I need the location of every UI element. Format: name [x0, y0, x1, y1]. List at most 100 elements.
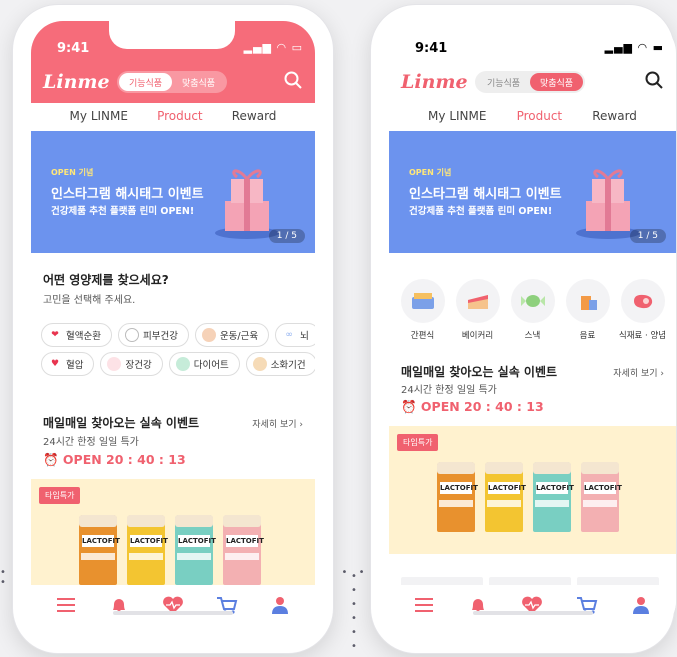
event-more-link[interactable]: 자세히 보기 ›	[613, 366, 664, 379]
home-indicator	[472, 611, 593, 615]
chip-diet[interactable]: 다이어트	[168, 352, 240, 376]
tab-my-linme[interactable]: My LINME	[428, 103, 486, 131]
tab-reward[interactable]: Reward	[592, 103, 637, 131]
category-drink[interactable]: 음료	[564, 279, 612, 341]
tab-product[interactable]: Product	[157, 103, 203, 131]
chip-skin-health[interactable]: 피부건강	[117, 323, 189, 347]
promo-banner[interactable]: OPEN 기념 인스타그램 해시태그 이벤트 건강제품 추천 플랫폼 린미 OP…	[389, 131, 676, 253]
stomach-icon	[252, 357, 267, 371]
menu-icon[interactable]	[54, 593, 78, 617]
seg-custom-food[interactable]: 맞춤식품	[530, 73, 583, 91]
event-more-link[interactable]: 자세히 보기 ›	[252, 417, 303, 430]
seg-health-food[interactable]: 기능식품	[477, 73, 530, 91]
product-can-3: LACTOFIT	[533, 462, 574, 532]
home-indicator	[113, 611, 233, 615]
bottom-nav	[389, 585, 676, 633]
promo-banner[interactable]: OPEN 기념 인스타그램 해시태그 이벤트 건강제품 추천 플랫폼 린미 OP…	[31, 131, 315, 253]
linme-logo[interactable]: Linme	[43, 71, 110, 93]
product-can-3: LACTOFIT	[175, 515, 216, 585]
event-timer: ⏰ OPEN 20 : 40 : 13	[43, 452, 186, 467]
scale-icon	[175, 357, 190, 371]
status-icons: ▂▄▆ ◠ ▭	[243, 41, 303, 54]
event-subtitle: 24시간 한정 일일 특가	[401, 385, 497, 396]
status-time: 9:41	[415, 41, 448, 56]
nutrient-subtitle: 고민을 선택해 주세요.	[43, 295, 136, 306]
product-can-4: LACTOFIT	[581, 462, 622, 532]
time-deal-tag: 타임특가	[39, 487, 81, 504]
seg-health-food[interactable]: 기능식품	[119, 73, 172, 91]
product-can-2: LACTOFIT	[485, 462, 526, 532]
phone-mockup-left: 9:41 ▂▄▆ ◠ ▭ Linme 기능식품 맞춤식품 My LINME Pr…	[12, 4, 334, 654]
time-deal-card[interactable]: 타임특가 LACTOFIT LACTOFIT LACTOFIT LACTOFIT	[389, 426, 676, 554]
tab-bar: My LINME Product Reward	[389, 103, 676, 131]
notch	[109, 21, 235, 49]
status-time: 9:41	[57, 41, 90, 56]
banner-title: 인스타그램 해시태그 이벤트	[409, 187, 562, 202]
chip-blood-circulation[interactable]: ❤ 혈액순환	[41, 323, 112, 347]
candy-icon	[510, 279, 555, 323]
banner-subtitle: 건강제품 추천 플랫폼 린미 OPEN!	[409, 206, 553, 217]
cake-icon	[455, 279, 500, 323]
screen-right: 9:41 ▂▄▆ ◠ ▬ Linme 기능식품 맞춤식품 My LINME Pr…	[389, 21, 676, 633]
muscle-icon	[201, 328, 216, 342]
banner-kicker: OPEN 기념	[51, 168, 94, 177]
banner-pager: 1 / 5	[629, 229, 666, 243]
product-can-2: LACTOFIT	[127, 515, 168, 585]
screen-left: 9:41 ▂▄▆ ◠ ▭ Linme 기능식품 맞춤식품 My LINME Pr…	[31, 21, 315, 633]
linme-logo[interactable]: Linme	[401, 71, 468, 93]
event-timer: ⏰ OPEN 20 : 40 : 13	[401, 399, 544, 414]
segment-toggle: 기능식품 맞춤식품	[117, 71, 227, 93]
search-icon[interactable]	[283, 70, 303, 90]
status-icons: ▂▄▆ ◠ ▬	[604, 41, 664, 54]
banner-pager: 1 / 5	[268, 229, 305, 243]
menu-icon[interactable]	[412, 593, 436, 617]
heartbeat-icon: ♥	[50, 359, 60, 369]
segment-toggle: 기능식품 맞춤식품	[475, 71, 585, 93]
time-deal-tag: 타임특가	[397, 434, 439, 451]
chip-blood-pressure[interactable]: ♥ 혈압	[41, 352, 95, 376]
nutrient-title: 어떤 영양제를 찾으세요?	[43, 273, 169, 287]
tab-my-linme[interactable]: My LINME	[70, 103, 128, 131]
product-can-1: LACTOFIT	[79, 515, 120, 585]
user-icon[interactable]	[268, 593, 292, 617]
event-title: 매일매일 찾아오는 실속 이벤트	[43, 416, 200, 430]
event-subtitle: 24시간 한정 일일 특가	[43, 437, 139, 448]
search-icon[interactable]	[644, 70, 664, 90]
event-title: 매일매일 찾아오는 실속 이벤트	[401, 365, 558, 379]
concern-chips-row-1: ❤ 혈액순환 피부건강 운동/근육 ∞ 뇌	[41, 323, 315, 347]
drink-icon	[565, 279, 610, 323]
category-ingredients[interactable]: 식재료 · 양념	[619, 279, 667, 341]
tab-product[interactable]: Product	[517, 103, 563, 131]
banner-title: 인스타그램 해시태그 이벤트	[51, 187, 204, 202]
lunchbox-icon	[400, 279, 445, 323]
decor-dots-vertical: • • • • • •	[351, 571, 361, 652]
notch	[469, 21, 595, 49]
concern-chips-row-2: ♥ 혈압 장건강 다이어트 소화기건	[41, 352, 315, 376]
phone-mockup-right: 9:41 ▂▄▆ ◠ ▬ Linme 기능식품 맞춤식품 My LINME Pr…	[370, 4, 676, 654]
chip-brain[interactable]: ∞ 뇌	[275, 323, 315, 347]
category-convenience[interactable]: 간편식	[399, 279, 447, 341]
seg-custom-food[interactable]: 맞춤식품	[172, 73, 225, 91]
gut-icon	[107, 357, 122, 371]
app-bar: Linme 기능식품 맞춤식품	[31, 67, 315, 103]
chip-digestion[interactable]: 소화기건	[245, 352, 315, 376]
bottom-nav	[31, 585, 315, 633]
banner-subtitle: 건강제품 추천 플랫폼 린미 OPEN!	[51, 206, 195, 217]
app-bar: Linme 기능식품 맞춤식품	[389, 67, 676, 103]
tab-reward[interactable]: Reward	[232, 103, 277, 131]
meat-icon	[620, 279, 665, 323]
banner-kicker: OPEN 기념	[409, 168, 452, 177]
heart-organ-icon: ❤	[51, 330, 59, 340]
chip-exercise-muscle[interactable]: 운동/근육	[194, 323, 270, 347]
user-icon[interactable]	[629, 593, 653, 617]
chip-gut-health[interactable]: 장건강	[100, 352, 163, 376]
brain-icon: ∞	[285, 330, 293, 340]
product-can-4: LACTOFIT	[223, 515, 264, 585]
category-snack[interactable]: 스낵	[509, 279, 557, 341]
category-bakery[interactable]: 베이커리	[454, 279, 502, 341]
product-can-1: LACTOFIT	[437, 462, 478, 532]
tab-bar: My LINME Product Reward	[31, 103, 315, 131]
category-row: 간편식 베이커리 스낵 음료 식재료 · 양념	[389, 279, 676, 341]
skin-icon	[124, 328, 139, 342]
time-deal-card[interactable]: 타임특가 LACTOFIT LACTOFIT LACTOFIT LACTOFIT	[31, 479, 315, 585]
